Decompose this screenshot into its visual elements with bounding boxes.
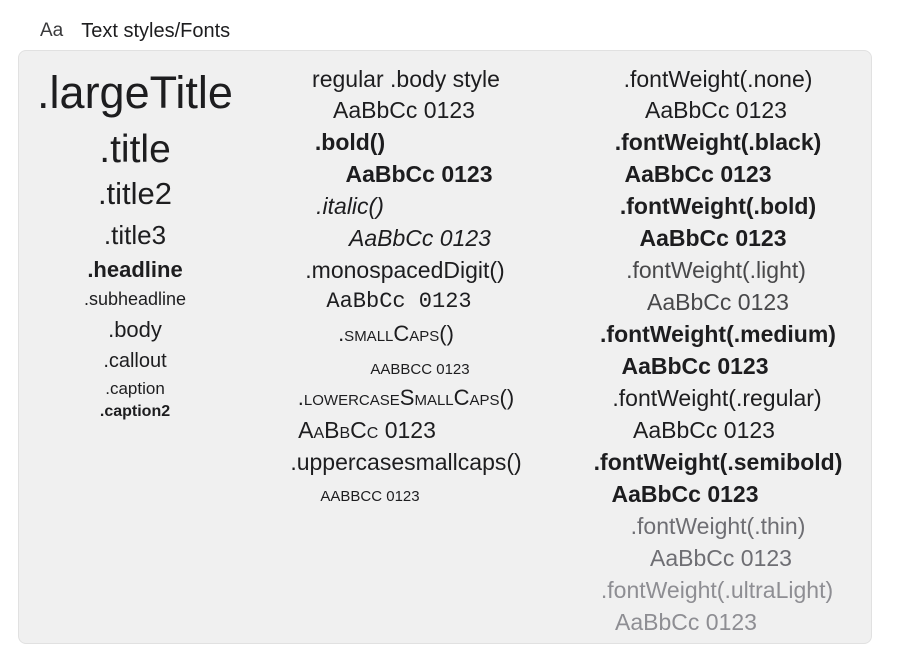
- style-title2: .title2: [97, 176, 173, 211]
- modifier-smallcaps-label: .smallCaps(): [338, 321, 454, 346]
- weight-bold-sample: AaBbCc 0123: [639, 225, 787, 251]
- modifier-uppercase-smallcaps-sample: AaBbCc 0123: [320, 481, 420, 506]
- style-large-title: .largeTitle: [37, 67, 233, 118]
- style-title3: .title3: [103, 220, 167, 250]
- window-header: Aa Text styles/Fonts: [40, 17, 230, 45]
- style-caption2: .caption2: [99, 403, 171, 420]
- style-subheadline: .subheadline: [83, 289, 187, 309]
- modifier-bold-sample: AaBbCc 0123: [345, 161, 493, 187]
- modifier-uppercase-smallcaps-label: .uppercasesmallcaps(): [290, 449, 522, 475]
- weight-black-label: .fontWeight(.black): [614, 129, 822, 155]
- weight-thin-label: .fontWeight(.thin): [630, 513, 806, 539]
- modifier-monospaced-label: .monospacedDigit(): [305, 257, 505, 283]
- modifier-regular-label: regular .body style: [312, 66, 500, 92]
- weight-thin-sample: AaBbCc 0123: [650, 545, 792, 571]
- weight-light-sample: AaBbCc 0123: [647, 289, 789, 315]
- weight-medium-sample: AaBbCc 0123: [621, 353, 769, 379]
- weight-light-label: .fontWeight(.light): [626, 257, 806, 283]
- weight-semibold-sample: AaBbCc 0123: [611, 481, 759, 507]
- style-caption: .caption: [105, 379, 165, 398]
- style-body: .body: [108, 317, 162, 342]
- modifier-smallcaps-sample: AaBbCc 0123: [370, 354, 470, 379]
- modifier-italic-sample: AaBbCc 0123: [349, 225, 491, 251]
- weight-bold-label: .fontWeight(.bold): [619, 193, 817, 219]
- style-callout: .callout: [103, 350, 167, 372]
- modifier-bold-label: .bold(): [314, 129, 386, 155]
- modifier-italic-label: .italic(): [316, 193, 384, 219]
- weight-medium-label: .fontWeight(.medium): [600, 321, 836, 347]
- text-style-icon: Aa: [40, 20, 64, 41]
- weight-semibold-label: .fontWeight(.semibold): [593, 449, 843, 475]
- header-title: Text styles/Fonts: [81, 19, 231, 42]
- style-headline: .headline: [87, 257, 183, 282]
- weight-none-sample: AaBbCc 0123: [645, 97, 787, 123]
- modifier-lowercase-smallcaps-sample: AaBbCc 0123: [298, 417, 436, 443]
- preview-panel: .largeTitle .title .title2 .title3 .head…: [18, 50, 872, 644]
- weight-regular-label: .fontWeight(.regular): [612, 385, 822, 411]
- weight-ultralight-sample: AaBbCc 0123: [615, 609, 757, 635]
- modifier-lowercase-smallcaps-label: .lowercaseSmallCaps(): [297, 385, 515, 410]
- weight-ultralight-label: .fontWeight(.ultraLight): [600, 577, 834, 603]
- modifier-monospaced-sample: AaBbCc 0123: [326, 289, 472, 314]
- weight-regular-sample: AaBbCc 0123: [633, 417, 775, 443]
- weight-none-label: .fontWeight(.none): [623, 66, 813, 92]
- modifier-regular-sample: AaBbCc 0123: [333, 97, 475, 123]
- style-title: .title: [99, 128, 171, 171]
- weight-black-sample: AaBbCc 0123: [624, 161, 772, 187]
